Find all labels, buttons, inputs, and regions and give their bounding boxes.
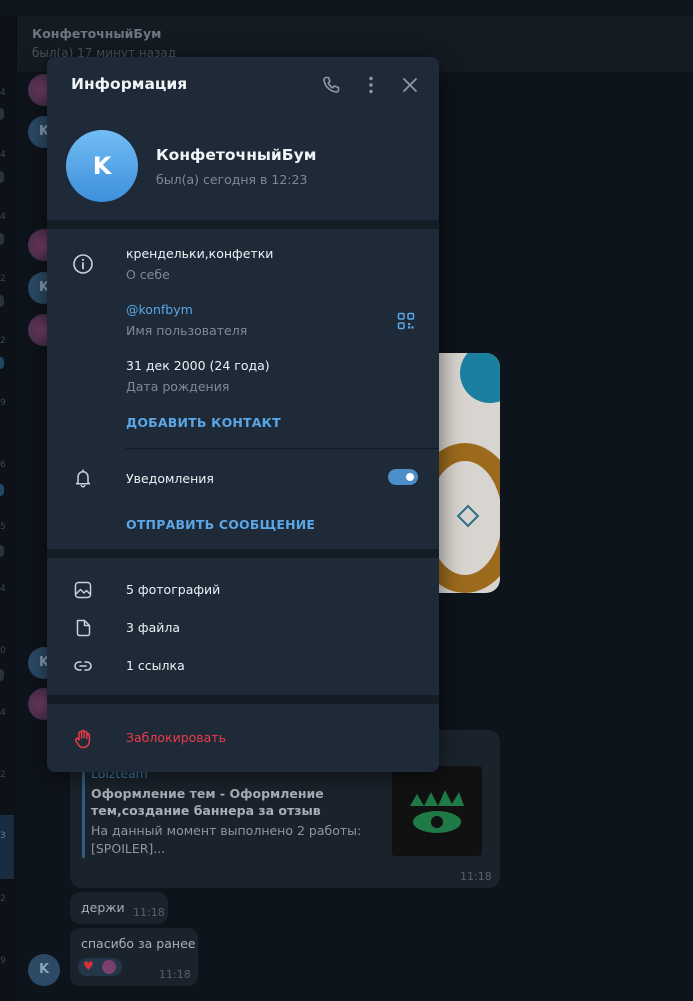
strip-label: 5 — [0, 522, 6, 532]
add-contact-button[interactable]: ДОБАВИТЬ КОНТАКТ — [126, 415, 281, 430]
more-vertical-icon[interactable] — [359, 73, 383, 97]
notifications-toggle[interactable] — [388, 469, 418, 485]
hand-stop-icon — [71, 727, 95, 751]
toggle-knob — [404, 471, 416, 483]
strip-label: 2 — [0, 894, 6, 904]
bio-label: О себе — [126, 267, 170, 282]
media-files-label: 3 файла — [126, 620, 181, 635]
profile-name: КонфеточныйБум — [156, 146, 317, 164]
media-files-row[interactable]: 3 файла — [47, 609, 439, 647]
heart-icon: ♥ — [83, 959, 94, 973]
section-separator — [47, 549, 439, 558]
chat-message[interactable]: спасибо за ранее ♥ 11:18 — [70, 928, 198, 986]
media-links-label: 1 ссылка — [126, 658, 185, 673]
photo-icon — [71, 578, 95, 602]
strip-label: 4 — [0, 584, 6, 594]
strip-label: 0 — [0, 646, 6, 656]
window-top-bar — [0, 0, 693, 16]
phone-icon[interactable] — [319, 73, 343, 97]
message-time: 11:18 — [159, 968, 191, 981]
strip-badge — [0, 357, 4, 369]
section-separator — [47, 695, 439, 704]
divider — [125, 448, 439, 449]
strip-label: 3 — [0, 831, 6, 841]
message-text: спасибо за ранее — [81, 936, 196, 951]
image-shape — [460, 353, 500, 403]
user-info-panel: Информация K КонфеточныйБум был(а) сегод… — [47, 57, 439, 772]
strip-badge — [0, 295, 4, 307]
strip-label: 6 — [0, 460, 6, 470]
reaction-avatar — [102, 960, 116, 974]
profile-avatar[interactable]: K — [66, 130, 138, 202]
strip-badge — [0, 108, 4, 120]
section-separator — [47, 220, 439, 229]
bell-icon — [71, 466, 95, 490]
strip-badge — [0, 171, 4, 183]
qr-code-icon[interactable] — [394, 309, 418, 333]
strip-label: 9 — [0, 956, 6, 966]
birthday-value: 31 дек 2000 (24 года) — [126, 358, 270, 373]
strip-label: 4 — [0, 212, 6, 222]
chat-image-message[interactable] — [430, 353, 500, 593]
message-text: держи — [81, 900, 125, 915]
close-icon[interactable] — [398, 73, 422, 97]
panel-header: Информация — [47, 57, 439, 113]
username-value[interactable]: @konfbym — [126, 302, 193, 317]
notifications-label: Уведомления — [126, 471, 214, 486]
media-photos-row[interactable]: 5 фотографий — [47, 571, 439, 609]
send-message-button[interactable]: ОТПРАВИТЬ СООБЩЕНИЕ — [126, 517, 315, 532]
link-preview-thumbnail — [392, 766, 482, 856]
chat-header-name: КонфеточныйБум — [32, 26, 162, 41]
block-user-label: Заблокировать — [126, 730, 226, 745]
strip-badge — [0, 669, 4, 681]
strip-badge — [0, 484, 4, 496]
link-icon — [71, 654, 95, 678]
strip-badge — [0, 545, 4, 557]
strip-label: 4 — [0, 150, 6, 160]
strip-label: 4 — [0, 708, 6, 718]
birthday-label: Дата рождения — [126, 379, 230, 394]
media-links-row[interactable]: 1 ссылка — [47, 647, 439, 685]
reactions-pill[interactable]: ♥ — [78, 958, 122, 976]
strip-label: 2 — [0, 336, 6, 346]
strip-badge — [0, 233, 4, 245]
profile-status: был(а) сегодня в 12:23 — [156, 172, 308, 187]
chat-message[interactable]: держи 11:18 — [70, 892, 168, 924]
strip-label: 9 — [0, 398, 6, 408]
link-preview-description: На данный момент выполнено 2 работы: [SP… — [91, 823, 362, 856]
username-label: Имя пользователя — [126, 323, 248, 338]
panel-title: Информация — [71, 75, 188, 93]
file-icon — [71, 616, 95, 640]
avatar[interactable]: K — [28, 954, 60, 986]
message-time: 11:18 — [133, 906, 165, 919]
info-icon — [71, 252, 95, 276]
message-time: 11:18 — [460, 870, 492, 883]
strip-label: 2 — [0, 770, 6, 780]
active-chat-highlight: 3 — [0, 815, 14, 879]
media-photos-label: 5 фотографий — [126, 582, 221, 597]
strip-label: 2 — [0, 274, 6, 284]
bio-value: крендельки,конфетки — [126, 246, 274, 261]
strip-label: 4 — [0, 88, 6, 98]
link-preview-bar — [82, 762, 85, 858]
link-preview-title: Оформление тем - Оформление тем,создание… — [91, 786, 324, 818]
block-user-button[interactable]: Заблокировать — [47, 715, 439, 763]
